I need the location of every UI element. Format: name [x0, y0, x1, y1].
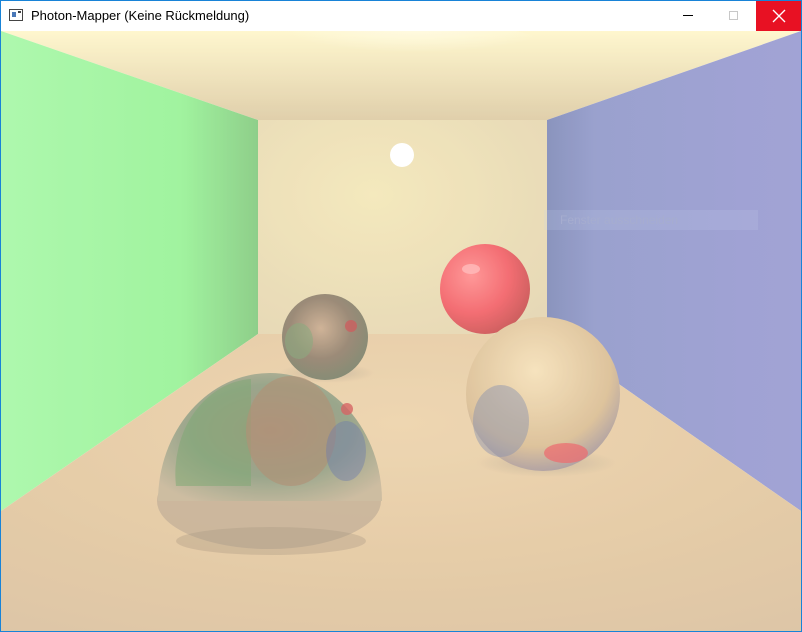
maximize-icon — [729, 11, 738, 20]
close-button[interactable] — [756, 1, 801, 31]
maximize-button[interactable] — [711, 1, 757, 31]
photon-render — [1, 31, 801, 631]
minimize-button[interactable] — [665, 1, 711, 31]
snip-tooltip: Fenster ausschneiden — [544, 210, 758, 230]
app-window: Photon-Mapper (Keine Rückmeldung) Fenste… — [0, 0, 802, 632]
minimize-icon — [683, 15, 693, 16]
not-responding-whiteout — [1, 31, 801, 631]
window-title: Photon-Mapper (Keine Rückmeldung) — [31, 8, 250, 23]
render-viewport[interactable]: Fenster ausschneiden — [1, 31, 801, 631]
close-icon — [772, 9, 786, 23]
title-bar[interactable]: Photon-Mapper (Keine Rückmeldung) — [1, 1, 801, 31]
app-window-icon[interactable] — [9, 9, 23, 21]
